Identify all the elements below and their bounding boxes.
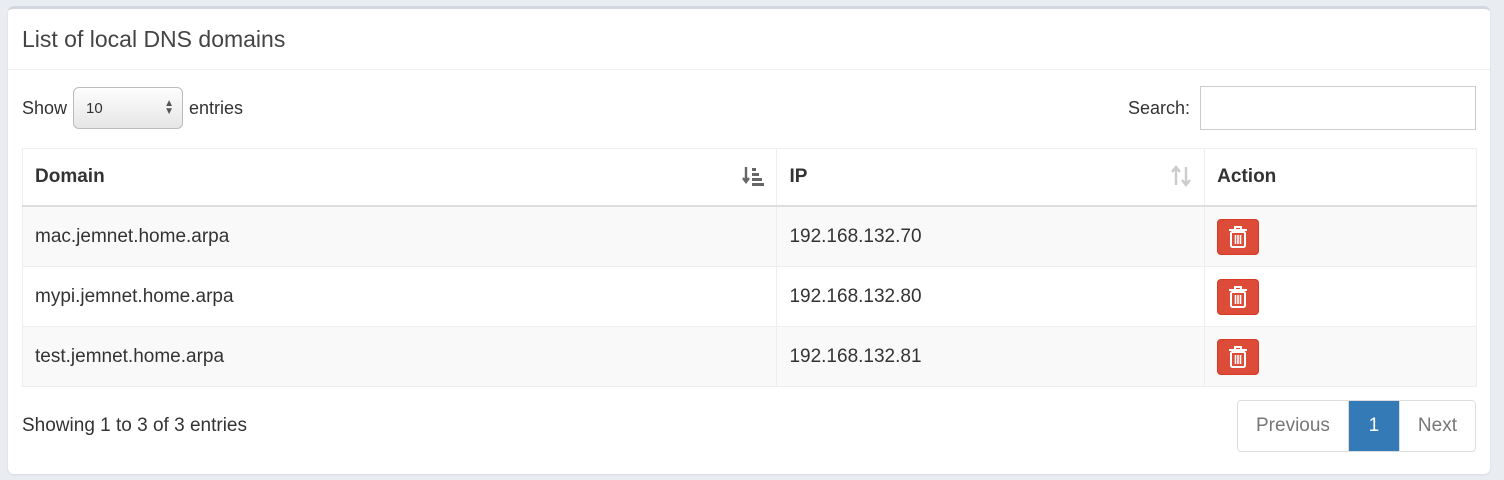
- delete-button[interactable]: [1217, 218, 1260, 255]
- page-1-button[interactable]: 1: [1347, 401, 1399, 451]
- select-arrows-icon: ▲ ▼: [164, 98, 175, 117]
- ip-cell: 192.168.132.81: [776, 326, 1206, 387]
- column-label-action: Action: [1217, 166, 1277, 187]
- dns-domains-table: Domain IP Action mac.jemnet.home.arpa 19…: [21, 148, 1477, 387]
- table-controls: Show 10 ▲ ▼ entries Search:: [22, 85, 1476, 131]
- pagination: Previous 1 Next: [1237, 400, 1476, 452]
- entries-per-page-select[interactable]: 10 ▲ ▼: [73, 87, 184, 129]
- action-cell: [1204, 266, 1477, 327]
- table-header-row: Domain IP Action: [21, 148, 1477, 207]
- column-header-action: Action: [1204, 148, 1477, 207]
- table-info: Showing 1 to 3 of 3 entries: [22, 415, 247, 436]
- search-control: Search:: [1128, 86, 1476, 130]
- trash-icon: [1229, 285, 1248, 308]
- domain-cell: test.jemnet.home.arpa: [21, 326, 778, 387]
- domain-cell: mypi.jemnet.home.arpa: [21, 266, 778, 327]
- previous-page-button[interactable]: Previous: [1238, 401, 1348, 451]
- table-row: test.jemnet.home.arpa 192.168.132.81: [21, 326, 1477, 387]
- search-label: Search:: [1127, 97, 1190, 118]
- column-header-ip[interactable]: IP: [776, 148, 1206, 207]
- column-label-domain: Domain: [35, 166, 105, 187]
- column-label-ip: IP: [789, 166, 808, 187]
- delete-button[interactable]: [1217, 278, 1260, 315]
- entries-label: entries: [189, 97, 244, 118]
- ip-cell: 192.168.132.80: [776, 266, 1206, 327]
- search-input[interactable]: [1200, 86, 1476, 130]
- table-row: mac.jemnet.home.arpa 192.168.132.70: [21, 205, 1477, 267]
- action-cell: [1204, 326, 1477, 387]
- box-header: List of local DNS domains: [8, 9, 1490, 70]
- dns-domains-box: List of local DNS domains Show 10 ▲ ▼ ent…: [8, 6, 1490, 474]
- table-footer: Showing 1 to 3 of 3 entries Previous 1 N…: [22, 399, 1476, 453]
- action-cell: [1204, 205, 1477, 267]
- box-title: List of local DNS domains: [22, 25, 286, 52]
- column-header-domain[interactable]: Domain: [21, 148, 778, 207]
- delete-button[interactable]: [1217, 338, 1260, 375]
- next-page-button[interactable]: Next: [1398, 401, 1475, 451]
- trash-icon: [1229, 345, 1248, 368]
- entries-per-page-value: 10: [86, 99, 103, 117]
- show-label: Show: [22, 97, 68, 118]
- length-control: Show 10 ▲ ▼ entries: [22, 87, 243, 129]
- trash-icon: [1229, 225, 1248, 248]
- domain-cell: mac.jemnet.home.arpa: [21, 205, 778, 267]
- table-row: mypi.jemnet.home.arpa 192.168.132.80: [21, 266, 1477, 327]
- sort-icon: [1170, 165, 1192, 192]
- sort-amount-asc-icon: [742, 165, 765, 192]
- ip-cell: 192.168.132.70: [776, 205, 1206, 267]
